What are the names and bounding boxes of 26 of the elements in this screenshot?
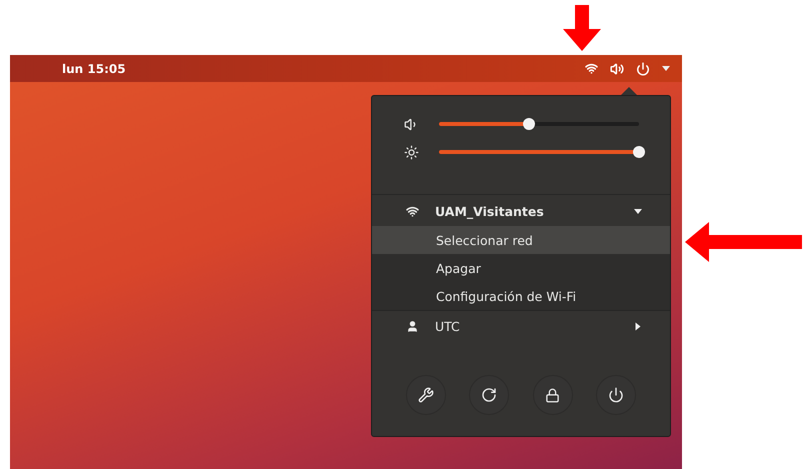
rotate-icon [481,387,498,403]
user-menu-row[interactable]: UTC [372,311,670,341]
user-icon [406,320,419,332]
rotate-button[interactable] [469,375,510,415]
wifi-menu-header[interactable]: UAM_Visitantes [372,196,670,226]
slider-handle[interactable] [523,118,535,130]
power-icon[interactable] [636,62,650,76]
power-icon [608,387,624,403]
wifi-icon [406,204,419,218]
menu-item[interactable]: Apagar [372,254,670,282]
slider-handle[interactable] [633,146,645,158]
wrench-icon [418,387,434,403]
lock-button[interactable] [532,375,573,415]
lock-icon [545,388,560,402]
menu-item[interactable]: Seleccionar red [372,226,670,254]
clock[interactable]: lun 15:05 [62,62,126,76]
wifi-icon[interactable] [585,62,598,75]
power-button[interactable] [596,375,636,415]
settings-button[interactable] [406,375,446,415]
speaker-icon[interactable] [610,62,624,76]
caret-icon [636,322,640,330]
caret-icon [634,208,642,214]
caret-icon [662,66,670,71]
menu-item[interactable]: Configuración de Wi-Fi [372,282,670,310]
down-arrow [563,5,601,51]
sun-icon [404,144,419,160]
